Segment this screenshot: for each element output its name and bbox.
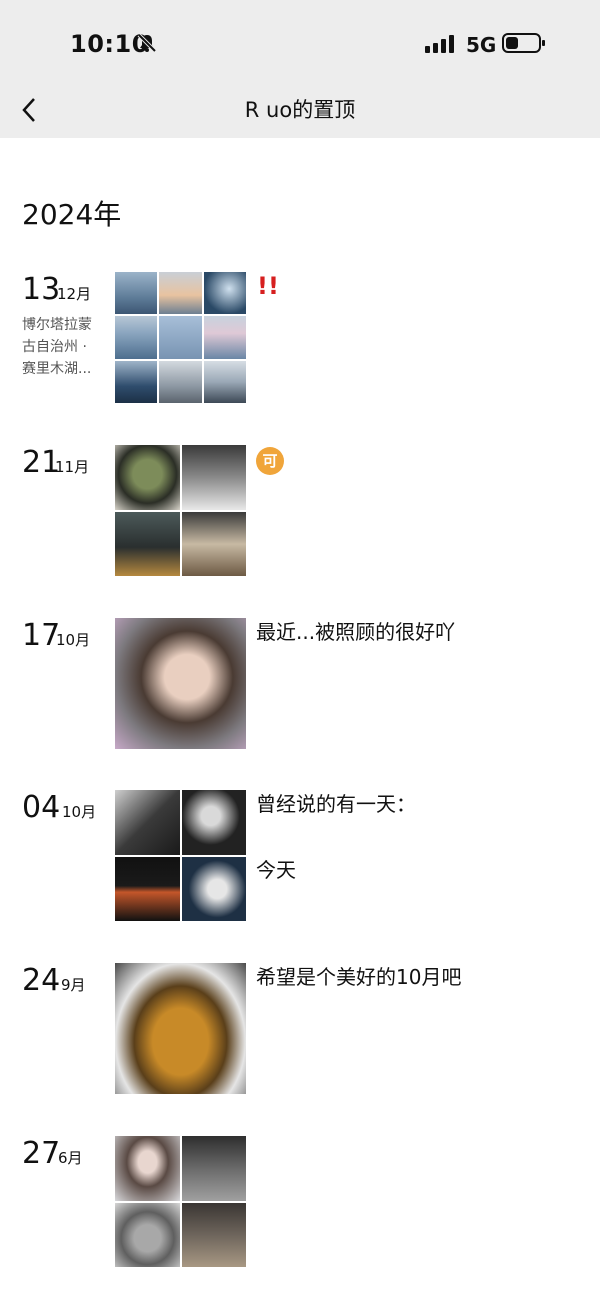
network-label: 5G xyxy=(466,33,497,57)
photo-thumbnail xyxy=(181,445,246,510)
bell-muted-icon xyxy=(137,33,157,53)
photo-thumbnail xyxy=(115,316,158,359)
page-title: R uo的置顶 xyxy=(244,98,356,122)
photo-thumbnail xyxy=(115,856,180,921)
post-day: 17 xyxy=(22,618,61,653)
post-caption: 最近...被照顾的很好吖 xyxy=(256,620,456,644)
photo-thumbnail xyxy=(115,790,180,855)
photo-thumbnail xyxy=(181,856,246,921)
post-caption: 今天 xyxy=(256,858,296,882)
photo-thumbnail xyxy=(159,360,202,403)
badge-icon: 可 xyxy=(256,447,284,475)
photo-thumbnail xyxy=(115,445,180,510)
photo-thumbnail xyxy=(159,316,202,359)
photo-thumbnail xyxy=(181,790,246,855)
photo-thumbnail xyxy=(181,1136,246,1201)
exclamation-mark: !! xyxy=(257,272,279,300)
post-day: 27 xyxy=(22,1136,61,1171)
photo-thumbnail xyxy=(159,272,202,315)
photo-thumbnail xyxy=(115,618,246,749)
signal-bars-icon xyxy=(425,35,454,53)
photo-grid[interactable] xyxy=(115,963,246,1094)
battery-icon xyxy=(502,33,545,53)
photo-thumbnail xyxy=(203,272,246,315)
post-month: 12月 xyxy=(57,285,92,303)
nav-bar: R uo的置顶 xyxy=(0,88,600,138)
year-heading: 2024年 xyxy=(22,198,122,231)
post-month: 11月 xyxy=(55,458,90,476)
post-location[interactable]: 博尔塔拉蒙 古自治州 · 赛里木湖... xyxy=(22,314,112,380)
photo-thumbnail xyxy=(115,963,246,1094)
photo-thumbnail xyxy=(115,1136,180,1201)
post-month: 6月 xyxy=(58,1149,83,1167)
photo-thumbnail xyxy=(181,1202,246,1267)
post-day: 24 xyxy=(22,963,61,998)
post-month: 10月 xyxy=(62,803,97,821)
photo-thumbnail xyxy=(115,1202,180,1267)
photo-grid[interactable] xyxy=(115,618,246,749)
photo-thumbnail xyxy=(115,272,158,315)
photo-thumbnail xyxy=(115,360,158,403)
location-line: 博尔塔拉蒙 xyxy=(22,317,92,333)
post-caption: 希望是个美好的10月吧 xyxy=(256,965,462,989)
photo-thumbnail xyxy=(203,316,246,359)
post-day: 13 xyxy=(22,272,61,307)
status-bar: 10:10 5G xyxy=(0,0,600,88)
photo-grid[interactable] xyxy=(115,272,246,403)
photo-thumbnail xyxy=(203,360,246,403)
photo-thumbnail xyxy=(115,511,180,576)
post-month: 10月 xyxy=(56,631,91,649)
photo-grid[interactable] xyxy=(115,1136,246,1267)
post-day: 04 xyxy=(22,790,61,825)
photo-grid[interactable] xyxy=(115,445,246,576)
post-month: 9月 xyxy=(61,976,86,994)
photo-grid[interactable] xyxy=(115,790,246,921)
photo-thumbnail xyxy=(181,511,246,576)
location-line: 古自治州 · xyxy=(22,339,87,355)
location-line: 赛里木湖... xyxy=(22,361,92,377)
post-caption: 曾经说的有一天： xyxy=(256,792,416,816)
